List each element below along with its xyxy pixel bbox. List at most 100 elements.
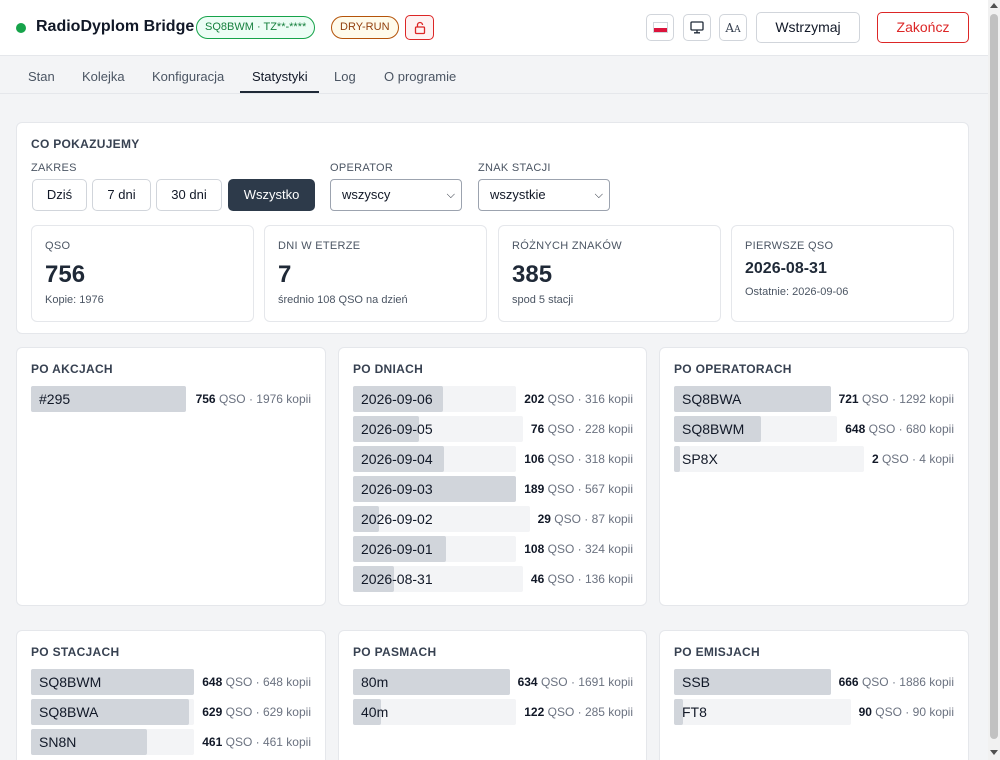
stat-row-bar-track: SQ8BWA — [674, 386, 831, 412]
stat-qso-label: QSO — [45, 240, 71, 252]
stat-qso: QSO 756 Kopie: 1976 — [31, 225, 254, 322]
stat-row-label: 80m — [361, 674, 389, 690]
tab-konfiguracja[interactable]: Konfiguracja — [152, 69, 224, 84]
stat-row-label: FT8 — [682, 704, 707, 720]
range-label: ZAKRES — [31, 162, 77, 174]
stat-days-sub: średnio 108 QSO na dzień — [278, 294, 408, 306]
monitor-icon — [690, 21, 704, 34]
scroll-up-icon[interactable] — [990, 3, 998, 8]
panel-stations: PO STACJACH SQ8BWM 648 QSO · 648 kopii SQ8… — [16, 630, 326, 760]
panel-modes-title: PO EMISJACH — [674, 645, 760, 659]
tab-statystyki[interactable]: Statystyki — [252, 69, 308, 84]
filter-card-title: CO POKAZUJEMY — [31, 137, 140, 151]
stat-row-bar-track: 2026-09-02 — [353, 506, 530, 532]
chevron-down-icon: ⌵ — [594, 189, 603, 201]
stat-callsigns: RÓŻNYCH ZNAKÓW 385 spod 5 stacji — [498, 225, 721, 322]
stat-row-bar-track: 40m — [353, 699, 517, 725]
stat-callsigns-label: RÓŻNYCH ZNAKÓW — [512, 240, 622, 252]
pause-button[interactable]: Wstrzymaj — [756, 12, 860, 43]
stat-row-counts: 189 QSO · 567 kopii — [524, 482, 633, 496]
stat-row: 2026-09-05 76 QSO · 228 kopii — [353, 416, 633, 442]
stat-row-counts: 634 QSO · 1691 kopii — [517, 675, 633, 689]
stat-row: 40m 122 QSO · 285 kopii — [353, 699, 633, 725]
panel-operators: PO OPERATORACH SQ8BWA 721 QSO · 1292 kopi… — [659, 347, 969, 606]
page-scrollbar[interactable] — [988, 0, 1000, 760]
stat-row: 2026-09-02 29 QSO · 87 kopii — [353, 506, 633, 532]
chevron-down-icon: ⌵ — [446, 189, 455, 201]
scroll-down-icon[interactable] — [990, 750, 998, 755]
stat-row-bar-track: SQ8BWA — [31, 699, 195, 725]
stat-row-label: 2026-09-04 — [361, 451, 433, 467]
panel-actions: PO AKCJACH #295 756 QSO · 1976 kopii — [16, 347, 326, 606]
stat-row-counts: 106 QSO · 318 kopii — [524, 452, 633, 466]
stat-row: SP8X 2 QSO · 4 kopii — [674, 446, 954, 472]
operator-label: OPERATOR — [330, 162, 394, 174]
stat-row-counts: 721 QSO · 1292 kopii — [838, 392, 954, 406]
stat-row: 2026-08-31 46 QSO · 136 kopii — [353, 566, 633, 592]
stat-row: 2026-09-03 189 QSO · 567 kopii — [353, 476, 633, 502]
lock-icon — [414, 21, 425, 34]
stat-row: 80m 634 QSO · 1691 kopii — [353, 669, 633, 695]
stat-row-label: 40m — [361, 704, 389, 720]
stat-days-label: DNI W ETERZE — [278, 240, 361, 252]
tab-o-programie[interactable]: O programie — [384, 69, 456, 84]
stat-row-bar-track: 2026-09-05 — [353, 416, 523, 442]
stat-row-bar-track: FT8 — [674, 699, 851, 725]
range-all-button[interactable]: Wszystko — [228, 179, 315, 211]
quit-button[interactable]: Zakończ — [877, 12, 969, 43]
stat-row: #295 756 QSO · 1976 kopii — [31, 386, 311, 412]
active-tab-indicator — [240, 91, 319, 93]
stat-row: 2026-09-01 108 QSO · 324 kopii — [353, 536, 633, 562]
range-30-days-button[interactable]: 30 dni — [156, 179, 222, 211]
stat-row: SQ8BWM 648 QSO · 680 kopii — [674, 416, 954, 442]
stat-row-bar-track: 2026-09-03 — [353, 476, 517, 502]
range-7-days-button[interactable]: 7 dni — [92, 179, 151, 211]
stat-callsigns-value: 385 — [512, 261, 553, 288]
stat-row-bar-track: 2026-08-31 — [353, 566, 523, 592]
stat-row-label: SP8X — [682, 451, 718, 467]
stat-days: DNI W ETERZE 7 średnio 108 QSO na dzień — [264, 225, 487, 322]
stat-row-label: 2026-09-01 — [361, 541, 433, 557]
language-button[interactable] — [646, 14, 674, 41]
panel-days-title: PO DNIACH — [353, 362, 424, 376]
scroll-thumb[interactable] — [990, 14, 998, 739]
stat-row: SQ8BWA 629 QSO · 629 kopii — [31, 699, 311, 725]
status-dot-icon — [16, 23, 26, 33]
stat-row-bar-track: SN8N — [31, 729, 195, 755]
stat-first-qso-value: 2026-08-31 — [745, 260, 827, 277]
stat-row: 2026-09-06 202 QSO · 316 kopii — [353, 386, 633, 412]
stat-row-label: SQ8BWA — [39, 704, 99, 720]
operator-select-value: wszyscy — [342, 187, 391, 202]
stat-row: 2026-09-04 106 QSO · 318 kopii — [353, 446, 633, 472]
stat-first-qso: PIERWSZE QSO 2026-08-31 Ostatnie: 2026-0… — [731, 225, 954, 322]
lock-button[interactable] — [405, 15, 434, 40]
stat-row: SQ8BWA 721 QSO · 1292 kopii — [674, 386, 954, 412]
callsign-badge: SQ8BWM · TZ**-**** — [196, 16, 316, 39]
stat-row: SSB 666 QSO · 1886 kopii — [674, 669, 954, 695]
display-button[interactable] — [683, 14, 711, 41]
dry-run-badge: DRY-RUN — [331, 16, 399, 39]
operator-select[interactable]: wszyscy ⌵ — [330, 179, 462, 211]
filter-card: CO POKAZUJEMY ZAKRES OPERATOR ZNAK STACJ… — [16, 122, 969, 334]
stat-row-label: #295 — [39, 391, 71, 407]
stat-row-label: SQ8BWA — [682, 391, 742, 407]
panel-bands: PO PASMACH 80m 634 QSO · 1691 kopii 40m 122… — [338, 630, 647, 760]
range-today-button[interactable]: Dziś — [32, 179, 87, 211]
stat-row-label: SQ8BWM — [39, 674, 102, 690]
stat-row-counts: 108 QSO · 324 kopii — [524, 542, 633, 556]
tab-log[interactable]: Log — [334, 69, 356, 84]
station-select[interactable]: wszystkie ⌵ — [478, 179, 610, 211]
stat-first-qso-label: PIERWSZE QSO — [745, 240, 834, 252]
stat-row: SN8N 461 QSO · 461 kopii — [31, 729, 311, 755]
stat-row-bar-track: SSB — [674, 669, 831, 695]
stat-row-bar-track: 2026-09-01 — [353, 536, 517, 562]
stat-row-counts: 756 QSO · 1976 kopii — [195, 392, 311, 406]
font-size-button[interactable]: AA — [719, 14, 747, 41]
stat-row-bar-track: 2026-09-06 — [353, 386, 517, 412]
stat-row-label: 2026-08-31 — [361, 571, 433, 587]
stat-row-label: 2026-09-05 — [361, 421, 433, 437]
tab-stan[interactable]: Stan — [28, 69, 55, 84]
stat-row-counts: 461 QSO · 461 kopii — [202, 735, 311, 749]
panel-modes: PO EMISJACH SSB 666 QSO · 1886 kopii FT8 90… — [659, 630, 969, 760]
tab-kolejka[interactable]: Kolejka — [82, 69, 125, 84]
